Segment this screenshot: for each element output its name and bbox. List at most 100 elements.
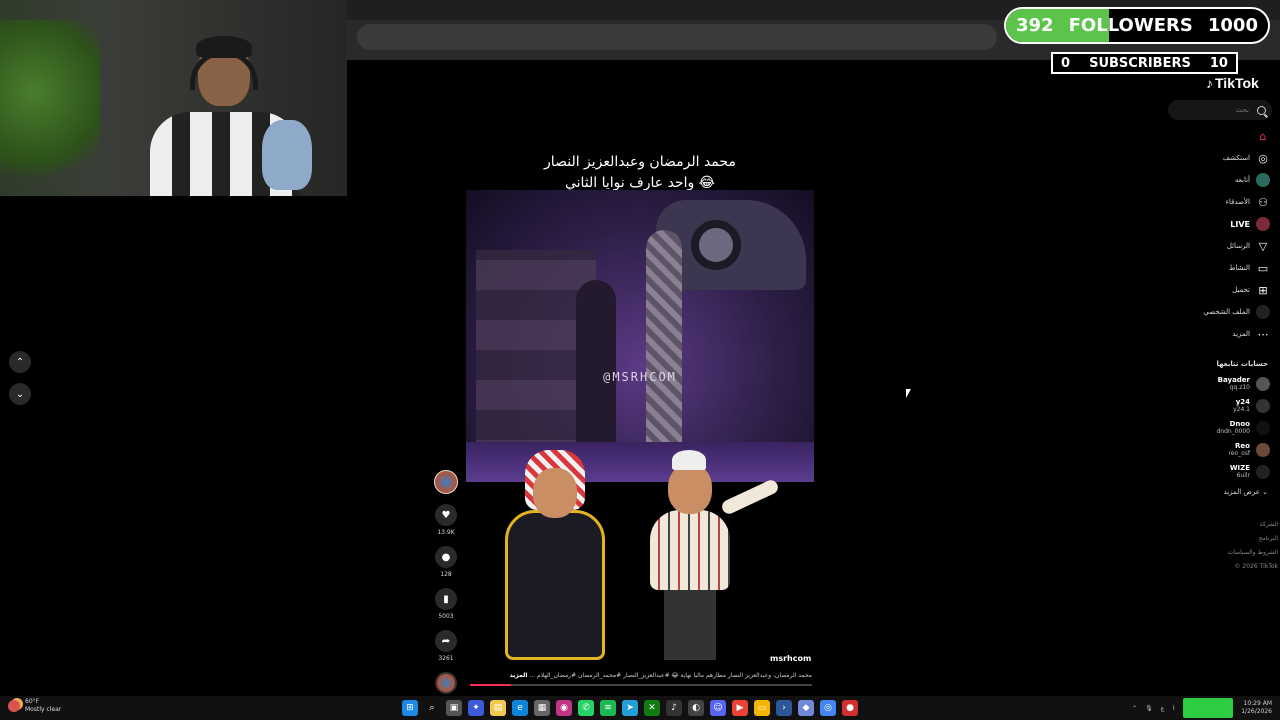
discord-icon[interactable]: ☺ xyxy=(710,700,726,716)
following-account[interactable]: Reo reo_osf xyxy=(1150,439,1270,461)
following-account[interactable]: Bayader qq.z10 xyxy=(1150,373,1270,395)
more-icon: ⋯ xyxy=(1257,327,1269,341)
more-link[interactable]: المزيد xyxy=(510,672,528,679)
video-caption: محمد الرمضان وعبدالعزيز النصار واحد عارف… xyxy=(470,152,810,194)
share-action: ➦ 3261 xyxy=(432,630,460,662)
comment-action: ● 128 xyxy=(432,546,460,578)
upload-icon: ⊞ xyxy=(1258,283,1268,297)
task-view-icon[interactable]: ▣ xyxy=(446,700,462,716)
nav-following[interactable]: أتابعه xyxy=(1130,169,1270,191)
following-account[interactable]: Dnoo dndn_0000 xyxy=(1150,417,1270,439)
cartoon-character-left xyxy=(500,450,610,670)
live-icon xyxy=(1256,217,1270,231)
video-progress-fill xyxy=(470,684,512,686)
copilot-icon[interactable]: ✦ xyxy=(468,700,484,716)
language-indicator[interactable]: ع xyxy=(1161,705,1165,712)
messenger-icon[interactable]: ◆ xyxy=(798,700,814,716)
terminal-icon[interactable]: › xyxy=(776,700,792,716)
sidebar-nav: ⌂ استكشف ◎ أتابعه الأصدقاء ⚇ LIVE الرسائل ▽… xyxy=(1130,125,1270,345)
nav-activity[interactable]: النشاط ▭ xyxy=(1130,257,1270,279)
chrome-icon[interactable]: ◎ xyxy=(820,700,836,716)
obs-icon[interactable]: ◐ xyxy=(688,700,704,716)
weather-widget[interactable]: 60°F Mostly clear xyxy=(8,698,61,714)
tiktok-logo[interactable]: ♪ TikTok xyxy=(1206,75,1259,91)
following-accounts-title: حسابات تتابعها xyxy=(1216,360,1268,368)
nav-home[interactable]: ⌂ xyxy=(1130,125,1270,147)
weather-icon xyxy=(8,700,20,712)
footer-link-company[interactable]: الشركة xyxy=(1228,518,1278,532)
recording-app-icon[interactable]: ● xyxy=(842,700,858,716)
footer-copyright: © 2026 TikTok xyxy=(1234,563,1279,570)
following-account[interactable]: WIZE 6uilr xyxy=(1150,461,1270,483)
search-icon[interactable]: ⌕ xyxy=(424,700,440,716)
video-watermark: @MSRHCOM xyxy=(603,370,677,384)
network-icon[interactable]: ⌇ xyxy=(1172,705,1175,712)
search-icon[interactable] xyxy=(1257,105,1266,115)
footer-link-terms[interactable]: الشروط والسياسات xyxy=(1228,546,1278,560)
search-box[interactable] xyxy=(1168,100,1272,120)
bookmark-icon: ▮ xyxy=(443,593,449,605)
xbox-icon[interactable]: ✕ xyxy=(644,700,660,716)
subscribers-goal-widget: 0 SUBSCRIBERS 10 xyxy=(1051,52,1238,74)
whatsapp-icon[interactable]: ✆ xyxy=(578,700,594,716)
avatar xyxy=(1256,421,1270,435)
microphone-icon[interactable]: 🎙 xyxy=(1145,705,1153,712)
home-icon: ⌂ xyxy=(1259,129,1267,143)
clock[interactable]: 10:29 AM 1/26/2026 xyxy=(1241,700,1272,716)
start-icon[interactable]: ⊞ xyxy=(402,700,418,716)
footer-links: الشركة البرنامج الشروط والسياسات © 2026 … xyxy=(1228,518,1278,574)
share-button[interactable]: ➦ xyxy=(435,630,457,652)
avatar-icon xyxy=(1256,173,1270,187)
nav-friends[interactable]: الأصدقاء ⚇ xyxy=(1130,191,1270,213)
edge-icon[interactable]: e xyxy=(512,700,528,716)
followers-goal: 1000 xyxy=(1207,15,1258,36)
video-cartoon-characters xyxy=(500,450,800,680)
avatar xyxy=(1256,399,1270,413)
folder-icon[interactable]: ▭ xyxy=(754,700,770,716)
nav-profile[interactable]: الملف الشخصي xyxy=(1130,301,1270,323)
webcam-overlay xyxy=(0,0,347,196)
chevron-down-icon: ⌄ xyxy=(1262,488,1268,496)
music-disc[interactable] xyxy=(435,672,457,694)
like-button[interactable]: ♥ xyxy=(435,504,457,526)
plush-toy xyxy=(262,120,312,190)
save-button[interactable]: ▮ xyxy=(435,588,457,610)
clock-date: 1/26/2026 xyxy=(1241,708,1272,715)
chevron-up-icon: ⌃ xyxy=(15,356,25,368)
weather-temperature: 60°F xyxy=(25,698,40,705)
following-account[interactable]: y24 y24.1 xyxy=(1150,395,1270,417)
video-author[interactable]: msrhcom xyxy=(770,654,811,663)
spotify-icon[interactable]: ≋ xyxy=(600,700,616,716)
see-more-link[interactable]: عرض المزيد ⌄ xyxy=(1224,488,1268,496)
next-video-button[interactable]: ⌄ xyxy=(9,383,31,405)
search-input[interactable] xyxy=(1179,106,1249,114)
video-progress-bar[interactable] xyxy=(470,684,812,686)
youtube-icon[interactable]: ▶ xyxy=(732,700,748,716)
cartoon-character-right xyxy=(650,450,781,670)
compass-icon: ◎ xyxy=(1258,151,1268,165)
comment-button[interactable]: ● xyxy=(435,546,457,568)
store-icon[interactable]: ▦ xyxy=(534,700,550,716)
footer-link-program[interactable]: البرنامج xyxy=(1228,532,1278,546)
creator-avatar[interactable] xyxy=(434,470,458,494)
taskbar-apps: ⊞ ⌕ ▣ ✦ ▤ e ▦ ◉ ✆ ≋ ➤ ✕ ♪ ◐ ☺ ▶ ▭ › ◆ ◎ … xyxy=(402,700,858,716)
nav-more[interactable]: المزيد ⋯ xyxy=(1130,323,1270,345)
nav-messages[interactable]: الرسائل ▽ xyxy=(1130,235,1270,257)
telegram-icon[interactable]: ➤ xyxy=(622,700,638,716)
previous-video-button[interactable]: ⌃ xyxy=(9,351,31,373)
file-explorer-icon[interactable]: ▤ xyxy=(490,700,506,716)
tray-status-badge[interactable] xyxy=(1183,698,1234,718)
nav-live[interactable]: LIVE xyxy=(1130,213,1270,235)
tiktok-app-icon[interactable]: ♪ xyxy=(666,700,682,716)
video-player[interactable]: @MSRHCOM xyxy=(466,190,814,482)
video-description: محمد الرمضان، وعبدالعزيز النصار مطارهم م… xyxy=(509,672,812,679)
nav-explore[interactable]: استكشف ◎ xyxy=(1130,147,1270,169)
nav-upload[interactable]: تحميل ⊞ xyxy=(1130,279,1270,301)
instagram-icon[interactable]: ◉ xyxy=(556,700,572,716)
weather-condition: Mostly clear xyxy=(25,706,62,713)
avatar xyxy=(1256,465,1270,479)
address-bar[interactable] xyxy=(357,24,997,50)
chevron-up-icon[interactable]: ⌃ xyxy=(1132,705,1137,712)
subscribers-current: 0 xyxy=(1061,55,1071,71)
tiktok-note-icon: ♪ xyxy=(1206,75,1213,91)
